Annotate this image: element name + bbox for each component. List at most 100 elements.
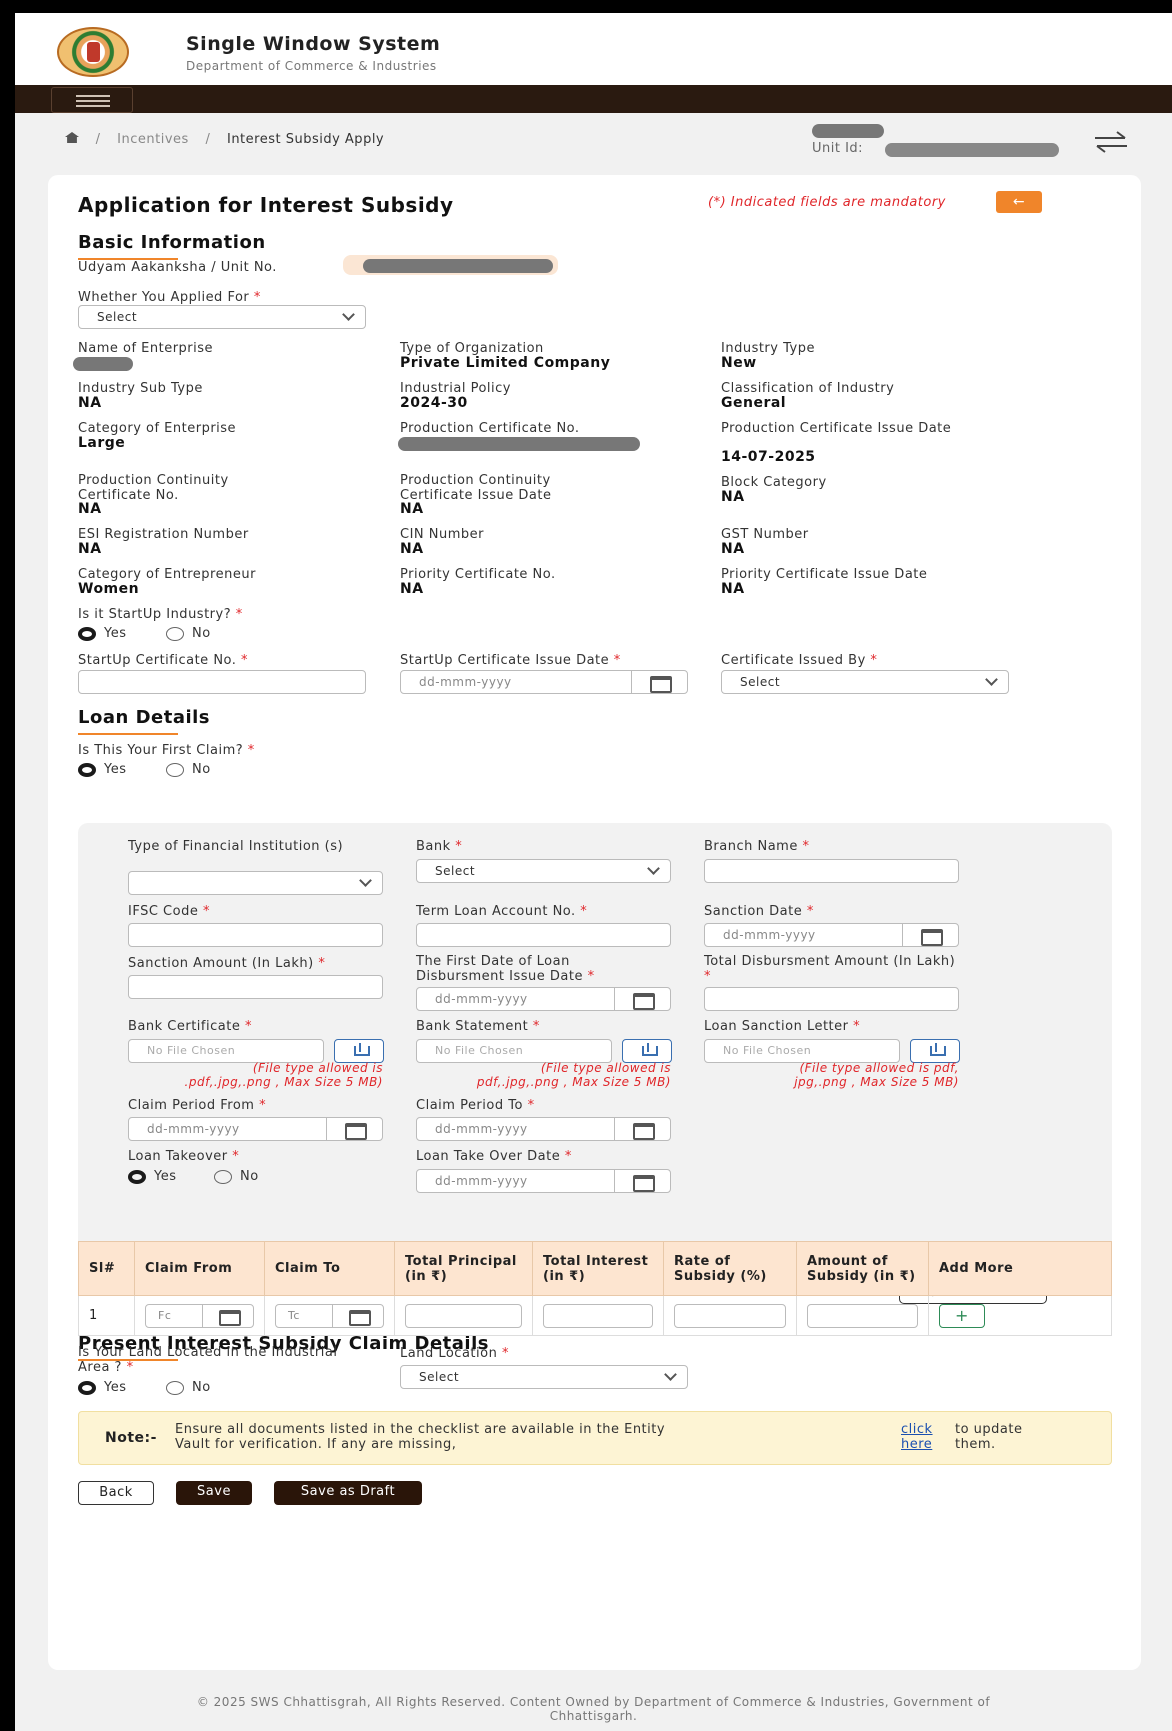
startup-no-radio[interactable]: No (166, 626, 211, 641)
calendar-icon[interactable] (614, 1118, 670, 1140)
save-button[interactable]: Save (176, 1481, 252, 1505)
first-disb-label: The First Date of Loan Disbursment Issue… (416, 954, 595, 984)
chevron-down-icon (342, 308, 355, 321)
claim-to-label: Claim Period To * (416, 1098, 535, 1113)
land-no-radio[interactable]: No (166, 1380, 211, 1395)
sanction-letter-file[interactable]: No File Chosen (704, 1039, 900, 1063)
cell-add: + (928, 1295, 1112, 1336)
menu-toggle-button[interactable] (51, 87, 133, 113)
calendar-icon[interactable] (332, 1304, 383, 1327)
calendar-icon[interactable] (614, 1170, 670, 1192)
switch-unit-icon[interactable] (1093, 131, 1129, 153)
first-disb-date-input[interactable]: dd-mmm-yyyy (416, 987, 671, 1011)
back-arrow-button[interactable]: ← (996, 191, 1042, 213)
applied-for-label: Whether You Applied For * (78, 290, 261, 305)
field-label: Category of Enterprise (78, 421, 237, 436)
land-location-select[interactable]: Select (400, 1365, 688, 1389)
upload-icon[interactable] (622, 1039, 672, 1063)
term-loan-input[interactable] (416, 923, 671, 947)
field-value: 14-07-2025 (721, 449, 816, 465)
startup-cert-label: StartUp Certificate No. * (78, 653, 249, 668)
ifsc-input[interactable] (128, 923, 383, 947)
col-header: Claim To (264, 1241, 395, 1296)
brand-subtitle: Department of Commerce & Industries (186, 59, 437, 73)
interest-input[interactable] (543, 1303, 653, 1328)
calendar-icon[interactable] (326, 1118, 382, 1140)
cell-principal (394, 1295, 533, 1336)
amount-input[interactable] (807, 1303, 918, 1328)
sanction-letter-label: Loan Sanction Letter * (704, 1019, 861, 1034)
loan-details-panel: Type of Financial Institution (s) Bank *… (78, 823, 1112, 1256)
note-tail: to update them. (955, 1422, 1023, 1452)
startup-question: Is it StartUp Industry? * (78, 607, 243, 622)
principal-input[interactable] (405, 1303, 522, 1328)
footer-line-1: © 2025 SWS Chhattisgrah, All Rights Rese… (196, 1695, 991, 1709)
enterprise-name-redacted (73, 357, 133, 371)
field-label: Category of Entrepreneur (78, 567, 256, 582)
chevron-down-icon (664, 1368, 677, 1381)
file-type-hint: (File type allowed is pdf,.jpg,.png , Max… (476, 1061, 671, 1089)
cell-rate (663, 1295, 797, 1336)
calendar-icon[interactable] (202, 1304, 253, 1327)
field-value: NA (78, 541, 102, 557)
footer: © 2025 SWS Chhattisgrah, All Rights Rese… (15, 1695, 1172, 1723)
upload-icon[interactable] (910, 1039, 960, 1063)
startup-yes-radio[interactable]: Yes (78, 626, 127, 641)
cert-issued-select[interactable]: Select (721, 670, 1009, 694)
upload-icon[interactable] (334, 1039, 384, 1063)
cert-issued-label: Certificate Issued By * (721, 653, 878, 668)
breadcrumb: / Incentives / Interest Subsidy Apply (65, 132, 384, 147)
bank-stmt-file[interactable]: No File Chosen (416, 1039, 612, 1063)
bank-select[interactable]: Select (416, 859, 671, 883)
first-claim-no-radio[interactable]: No (166, 762, 211, 777)
startup-cert-input[interactable] (78, 670, 366, 694)
claim-to-input[interactable]: dd-mmm-yyyy (416, 1117, 671, 1141)
bank-stmt-label: Bank Statement * (416, 1019, 540, 1034)
first-claim-yes-radio[interactable]: Yes (78, 762, 127, 777)
field-value: NA (78, 395, 102, 411)
claim-from-date[interactable]: Fc (145, 1303, 254, 1328)
field-label: Industrial Policy (400, 381, 511, 396)
hamburger-icon (76, 105, 110, 107)
calendar-icon[interactable] (614, 988, 670, 1010)
fin-inst-select[interactable] (128, 871, 383, 895)
col-header: Claim From (134, 1241, 265, 1296)
claim-to-date[interactable]: Tc (275, 1303, 384, 1328)
takeover-yes-radio[interactable]: Yes (128, 1169, 177, 1184)
add-row-button[interactable]: + (939, 1303, 985, 1328)
takeover-date-input[interactable]: dd-mmm-yyyy (416, 1169, 671, 1193)
field-value: Large (78, 435, 126, 451)
calendar-icon[interactable] (631, 671, 687, 693)
field-label: Priority Certificate No. (400, 567, 556, 582)
field-label: Classification of Industry (721, 381, 895, 396)
chevron-down-icon (985, 673, 998, 686)
sanction-date-input[interactable]: dd-mmm-yyyy (704, 923, 959, 947)
col-header: Total Principal (in ₹) (394, 1241, 533, 1296)
startup-date-input[interactable]: dd-mmm-yyyy (400, 670, 688, 694)
save-as-draft-button[interactable]: Save as Draft (274, 1481, 422, 1505)
udyam-label: Udyam Aakanksha / Unit No. (78, 260, 277, 275)
click-here-link[interactable]: click here (901, 1422, 951, 1452)
takeover-no-radio[interactable]: No (214, 1169, 259, 1184)
field-value: 2024-30 (400, 395, 468, 411)
field-value: NA (721, 581, 745, 597)
sanction-amount-input[interactable] (128, 975, 383, 999)
claims-table: Sl# Claim From Claim To Total Principal … (78, 1241, 1112, 1336)
field-label: Production Certificate No. (400, 421, 580, 436)
term-loan-label: Term Loan Account No. * (416, 904, 588, 919)
land-yes-radio[interactable]: Yes (78, 1380, 127, 1395)
home-icon[interactable] (65, 132, 79, 143)
first-claim-question: Is This Your First Claim? * (78, 743, 255, 758)
breadcrumb-incentives[interactable]: Incentives (117, 132, 189, 147)
back-button[interactable]: Back (78, 1481, 154, 1505)
rate-input[interactable] (674, 1303, 786, 1328)
total-disb-input[interactable] (704, 987, 959, 1011)
applied-for-select[interactable]: Select (78, 305, 366, 329)
cell-claim-to: Tc (264, 1295, 395, 1336)
field-label: Production Continuity Certificate Issue … (400, 473, 552, 503)
cell-sl: 1 (78, 1295, 135, 1336)
calendar-icon[interactable] (902, 924, 958, 946)
claim-from-input[interactable]: dd-mmm-yyyy (128, 1117, 383, 1141)
branch-input[interactable] (704, 859, 959, 883)
bank-cert-file[interactable]: No File Chosen (128, 1039, 324, 1063)
